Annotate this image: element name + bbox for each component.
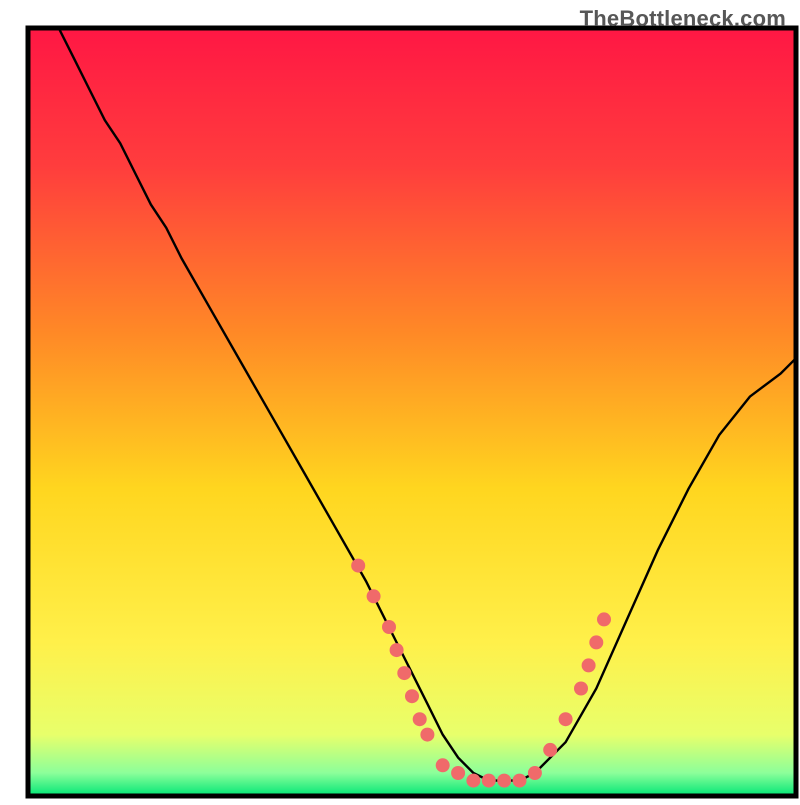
watermark-label: TheBottleneck.com [580, 6, 786, 32]
data-marker [405, 689, 419, 703]
data-marker [390, 643, 404, 657]
data-marker [597, 612, 611, 626]
data-marker [397, 666, 411, 680]
data-marker [367, 589, 381, 603]
gradient-background [28, 28, 796, 796]
data-marker [413, 712, 427, 726]
data-marker [351, 559, 365, 573]
data-marker [451, 766, 465, 780]
data-marker [466, 774, 480, 788]
data-marker [574, 682, 588, 696]
data-marker [543, 743, 557, 757]
data-marker [436, 758, 450, 772]
bottleneck-chart: TheBottleneck.com [0, 0, 800, 800]
chart-svg [0, 0, 800, 800]
data-marker [513, 774, 527, 788]
data-marker [382, 620, 396, 634]
data-marker [420, 728, 434, 742]
data-marker [582, 658, 596, 672]
data-marker [482, 774, 496, 788]
data-marker [497, 774, 511, 788]
data-marker [528, 766, 542, 780]
data-marker [589, 635, 603, 649]
data-marker [559, 712, 573, 726]
